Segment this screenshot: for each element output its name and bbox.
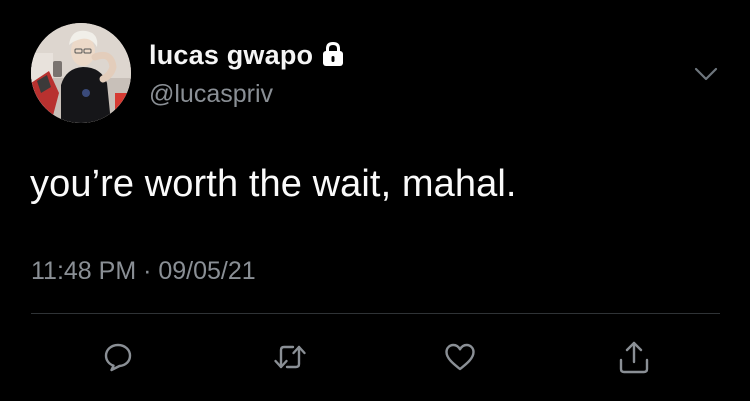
share-icon: [619, 341, 649, 374]
tweet-time: 11:48 PM: [31, 257, 137, 285]
author-name-row: lucas gwapo: [149, 38, 345, 72]
like-icon: [445, 343, 475, 371]
lock-icon: [321, 41, 345, 67]
share-button[interactable]: [614, 337, 654, 377]
tweet-card: lucas gwapo @lucaspriv you’re worth the …: [0, 0, 750, 401]
like-button[interactable]: [440, 337, 480, 377]
author-handle[interactable]: @lucaspriv: [149, 80, 273, 109]
tweet-timestamp[interactable]: 11:48 PM · 09/05/21: [31, 257, 256, 286]
author-display-name[interactable]: lucas gwapo: [149, 40, 313, 71]
avatar-photo: [31, 23, 131, 123]
tweet-date: 09/05/21: [158, 257, 256, 285]
avatar[interactable]: [31, 23, 131, 123]
tweet-text: you’re worth the wait, mahal.: [30, 163, 517, 205]
divider: [31, 313, 720, 314]
retweet-icon: [274, 345, 306, 369]
meta-separator: ·: [136, 257, 159, 285]
chevron-down-icon[interactable]: [692, 62, 720, 86]
retweet-button[interactable]: [270, 337, 310, 377]
action-bar: [0, 337, 750, 377]
reply-button[interactable]: [98, 337, 138, 377]
reply-icon: [104, 343, 132, 372]
